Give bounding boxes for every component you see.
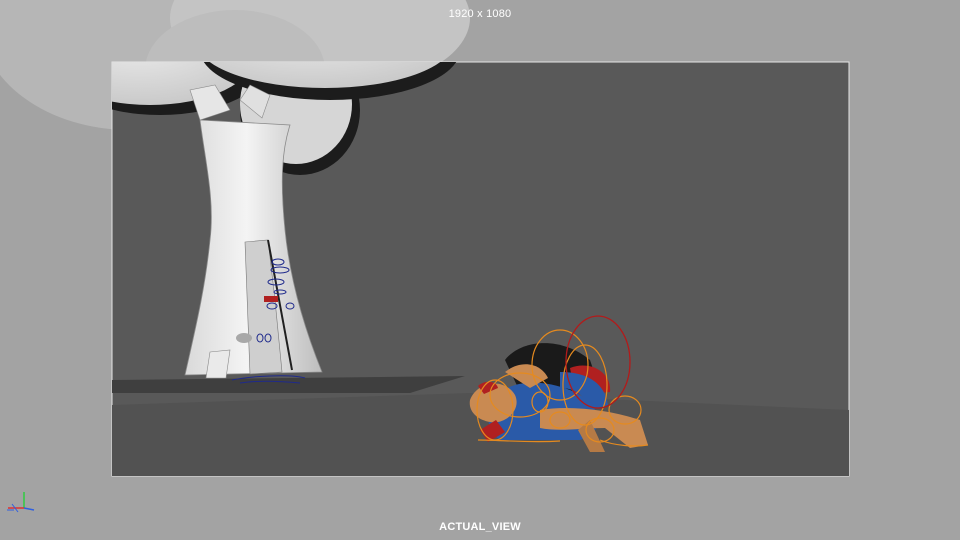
maya-viewport[interactable]: 1920 x 1080 ACTUAL_VIEW	[0, 0, 960, 540]
rig-control-red-marker	[264, 296, 278, 302]
xyz-axis-icon	[7, 492, 35, 513]
camera-name-label: ACTUAL_VIEW	[439, 521, 521, 533]
resolution-label: 1920 x 1080	[448, 8, 512, 20]
scene-canvas[interactable]	[0, 0, 960, 540]
